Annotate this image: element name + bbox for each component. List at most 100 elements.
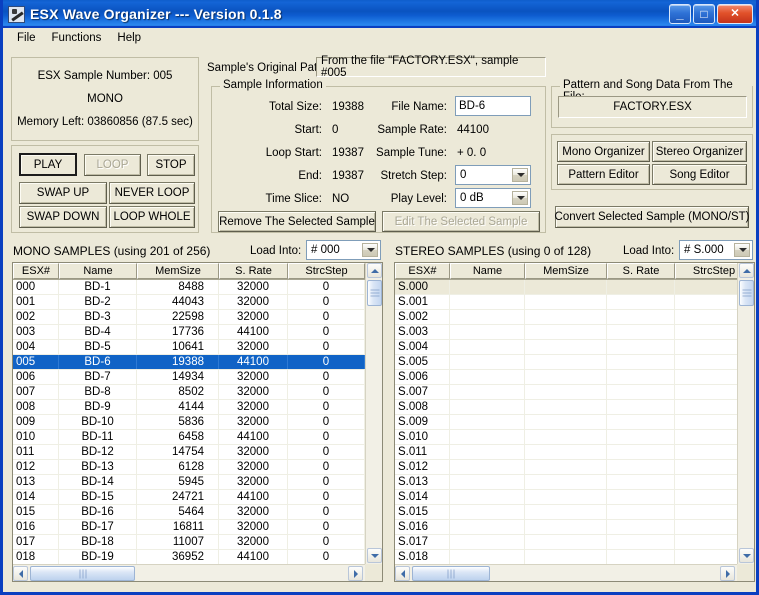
table-row[interactable]: 004BD-510641320000NO (13, 340, 382, 355)
table-row[interactable]: S.003 (395, 325, 754, 340)
table-row[interactable]: S.014 (395, 490, 754, 505)
table-row[interactable]: S.016 (395, 520, 754, 535)
stretch-step-select[interactable]: 0 (455, 165, 531, 185)
column-header-name[interactable]: Name (450, 263, 525, 279)
play-button[interactable]: PLAY (19, 153, 77, 176)
chevron-down-icon[interactable] (734, 243, 750, 257)
table-row[interactable]: S.002 (395, 310, 754, 325)
table-row[interactable]: S.000 (395, 280, 754, 295)
menu-item-functions[interactable]: Functions (44, 30, 110, 46)
table-row[interactable]: S.015 (395, 505, 754, 520)
mono-horizontal-scroll-thumb[interactable] (30, 566, 135, 581)
table-row[interactable]: S.008 (395, 400, 754, 415)
table-row[interactable]: 011BD-1214754320000NO (13, 445, 382, 460)
table-row[interactable]: S.013 (395, 475, 754, 490)
table-row[interactable]: 007BD-88502320000NO (13, 385, 382, 400)
table-row[interactable]: S.017 (395, 535, 754, 550)
table-row[interactable]: 014BD-1524721441000NO (13, 490, 382, 505)
table-row[interactable]: 001BD-244043320000NO (13, 295, 382, 310)
mono-organizer-button[interactable]: Mono Organizer (557, 141, 650, 162)
stereo-scroll-up-button[interactable] (739, 263, 754, 278)
chevron-down-icon[interactable] (512, 191, 528, 205)
table-row[interactable]: S.006 (395, 370, 754, 385)
column-header-strcstep[interactable]: StrcStep (288, 263, 365, 279)
mono-load-into-select[interactable]: # 000 (306, 240, 381, 260)
minimize-button[interactable]: _ (669, 4, 691, 24)
menu-item-help[interactable]: Help (109, 30, 149, 46)
table-row[interactable]: 015BD-165464320000NO (13, 505, 382, 520)
table-row[interactable]: 017BD-1811007320000NO (13, 535, 382, 550)
mono-horizontal-scrollbar[interactable] (13, 564, 382, 581)
table-row[interactable]: S.009 (395, 415, 754, 430)
mono-scroll-left-button[interactable] (13, 566, 28, 581)
cell-name (450, 490, 525, 504)
sample-rate-value: 44100 (457, 124, 489, 136)
close-button[interactable]: ✕ (717, 4, 753, 24)
stereo-vertical-scroll-thumb[interactable] (739, 280, 754, 306)
swap-down-button[interactable]: SWAP DOWN (19, 206, 107, 228)
table-row[interactable]: S.005 (395, 355, 754, 370)
stereo-scroll-right-button[interactable] (720, 566, 735, 581)
column-header-s-rate[interactable]: S. Rate (219, 263, 288, 279)
menu-item-file[interactable]: File (9, 30, 44, 46)
table-row[interactable]: 013BD-145945320000NO (13, 475, 382, 490)
table-row[interactable]: 012BD-136128320000NO (13, 460, 382, 475)
maximize-button[interactable]: □ (693, 4, 715, 24)
stereo-list-rows[interactable]: S.000 S.001 S.002 S.003 S.004 S.005 S.006 S.007… (395, 280, 754, 581)
table-row[interactable]: 009BD-105836320000NO (13, 415, 382, 430)
table-row[interactable]: 005BD-619388441000NO (13, 355, 382, 370)
table-row[interactable]: S.004 (395, 340, 754, 355)
table-row[interactable]: 016BD-1716811320000NO (13, 520, 382, 535)
song-editor-button[interactable]: Song Editor (652, 164, 747, 185)
mono-vertical-scroll-thumb[interactable] (367, 280, 382, 306)
mono-scroll-right-button[interactable] (348, 566, 363, 581)
swap-up-button[interactable]: SWAP UP (19, 182, 107, 204)
stop-button[interactable]: STOP (147, 154, 195, 176)
table-row[interactable]: 003BD-417736441000NO (13, 325, 382, 340)
table-row[interactable]: 010BD-116458441000NO (13, 430, 382, 445)
table-row[interactable]: 000BD-18488320000NO (13, 280, 382, 295)
cell-name (450, 370, 525, 384)
stereo-organizer-button[interactable]: Stereo Organizer (652, 141, 747, 162)
remove-selected-sample-button[interactable]: Remove The Selected Sample (218, 211, 376, 232)
table-row[interactable]: S.001 (395, 295, 754, 310)
stereo-vertical-scrollbar[interactable] (737, 263, 754, 581)
pattern-editor-button[interactable]: Pattern Editor (557, 164, 650, 185)
table-row[interactable]: 006BD-714934320000NO (13, 370, 382, 385)
table-row[interactable]: S.010 (395, 430, 754, 445)
convert-selected-sample-button[interactable]: Convert Selected Sample (MONO/ST) (555, 206, 749, 228)
table-row[interactable]: 002BD-322598320000NO (13, 310, 382, 325)
stereo-scroll-left-button[interactable] (395, 566, 410, 581)
mono-vertical-scrollbar[interactable] (365, 263, 382, 581)
cell-rate (607, 445, 675, 459)
chevron-down-icon[interactable] (362, 243, 378, 257)
stereo-samples-list[interactable]: ESX#NameMemSizeS. RateStrcStepPlayLevel … (394, 262, 755, 582)
mono-scroll-up-button[interactable] (367, 263, 382, 278)
table-row[interactable]: S.007 (395, 385, 754, 400)
column-header-name[interactable]: Name (59, 263, 137, 279)
table-row[interactable]: 018BD-1936952441000NO (13, 550, 382, 565)
table-row[interactable]: S.018 (395, 550, 754, 565)
table-row[interactable]: 008BD-94144320000NO (13, 400, 382, 415)
chevron-down-icon[interactable] (512, 168, 528, 182)
loop-whole-button[interactable]: LOOP WHOLE (109, 206, 195, 228)
column-header-esx[interactable]: ESX# (13, 263, 59, 279)
stereo-horizontal-scrollbar[interactable] (395, 564, 754, 581)
table-row[interactable]: S.012 (395, 460, 754, 475)
mono-samples-list[interactable]: ESX#NameMemSizeS. RateStrcStepIs Loop?I … (12, 262, 383, 582)
cell-rate: 44100 (219, 430, 288, 444)
mono-list-rows[interactable]: 000BD-18488320000NO001BD-244043320000NO0… (13, 280, 382, 581)
mono-scroll-down-button[interactable] (367, 548, 382, 563)
file-name-field[interactable]: BD-6 (455, 96, 531, 116)
stereo-horizontal-scroll-thumb[interactable] (412, 566, 490, 581)
end-label: End: (298, 170, 322, 182)
stereo-load-into-select[interactable]: # S.000 (679, 240, 753, 260)
stereo-scroll-down-button[interactable] (739, 548, 754, 563)
column-header-memsize[interactable]: MemSize (137, 263, 219, 279)
never-loop-button[interactable]: NEVER LOOP (109, 182, 195, 204)
column-header-esx[interactable]: ESX# (395, 263, 450, 279)
table-row[interactable]: S.011 (395, 445, 754, 460)
play-level-select[interactable]: 0 dB (455, 188, 531, 208)
column-header-s-rate[interactable]: S. Rate (607, 263, 675, 279)
column-header-memsize[interactable]: MemSize (525, 263, 607, 279)
